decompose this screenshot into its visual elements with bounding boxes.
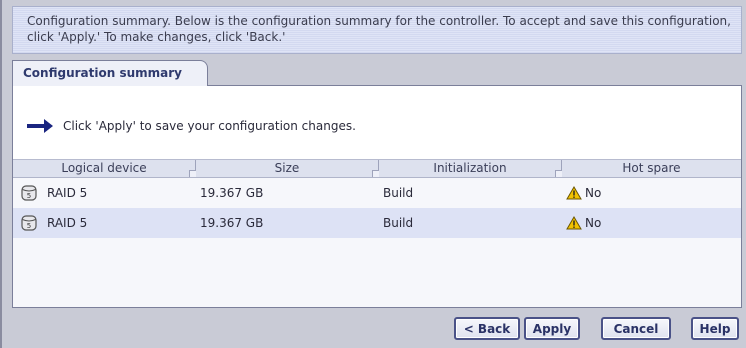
svg-text:5: 5 (27, 222, 31, 230)
warning-icon (566, 186, 582, 200)
right-arrow-icon (27, 119, 53, 133)
column-header-hot-spare[interactable]: Hot spare (562, 160, 741, 177)
device-name: RAID 5 (47, 216, 88, 230)
device-cell: 5 RAID 5 (13, 184, 196, 202)
table-header: Logical device Size Initialization Hot s… (13, 160, 741, 178)
logical-device-table: Logical device Size Initialization Hot s… (13, 159, 741, 307)
apply-instruction: Click 'Apply' to save your configuration… (25, 114, 356, 138)
help-button[interactable]: Help (691, 317, 739, 340)
size-cell: 19.367 GB (200, 186, 264, 200)
tab-configuration-summary[interactable]: Configuration summary (12, 60, 208, 87)
initialization-cell: Build (383, 216, 414, 230)
disk-icon: 5 (21, 215, 37, 231)
apply-button[interactable]: Apply (524, 317, 580, 340)
initialization-cell: Build (383, 186, 414, 200)
table-row[interactable]: 5 RAID 5 19.367 GB Build No (13, 208, 741, 238)
tab-label: Configuration summary (23, 66, 182, 80)
svg-text:5: 5 (27, 192, 31, 200)
device-name: RAID 5 (47, 186, 88, 200)
instruction-text: Click 'Apply' to save your configuration… (63, 119, 356, 133)
cancel-button[interactable]: Cancel (601, 317, 671, 340)
tab-strip: Configuration summary (12, 60, 742, 87)
header-text: Configuration summary. Below is the conf… (27, 14, 731, 44)
hot-spare-cell: No (562, 186, 741, 200)
instructions-header: Configuration summary. Below is the conf… (12, 6, 742, 54)
warning-icon (566, 216, 582, 230)
hot-spare-cell: No (562, 216, 741, 230)
back-button[interactable]: < Back (454, 317, 520, 340)
table-row[interactable]: 5 RAID 5 19.367 GB Build No (13, 178, 741, 208)
summary-panel: Click 'Apply' to save your configuration… (12, 86, 742, 308)
hot-spare-value: No (585, 216, 602, 230)
column-header-size[interactable]: Size (196, 160, 379, 177)
column-header-initialization[interactable]: Initialization (379, 160, 562, 177)
hot-spare-value: No (585, 186, 602, 200)
column-header-logical-device[interactable]: Logical device (13, 160, 196, 177)
device-cell: 5 RAID 5 (13, 214, 196, 232)
wizard-window: Configuration summary. Below is the conf… (0, 0, 746, 348)
button-bar: < Back Apply Cancel Help (12, 308, 742, 348)
disk-icon: 5 (21, 185, 37, 201)
size-cell: 19.367 GB (200, 216, 264, 230)
